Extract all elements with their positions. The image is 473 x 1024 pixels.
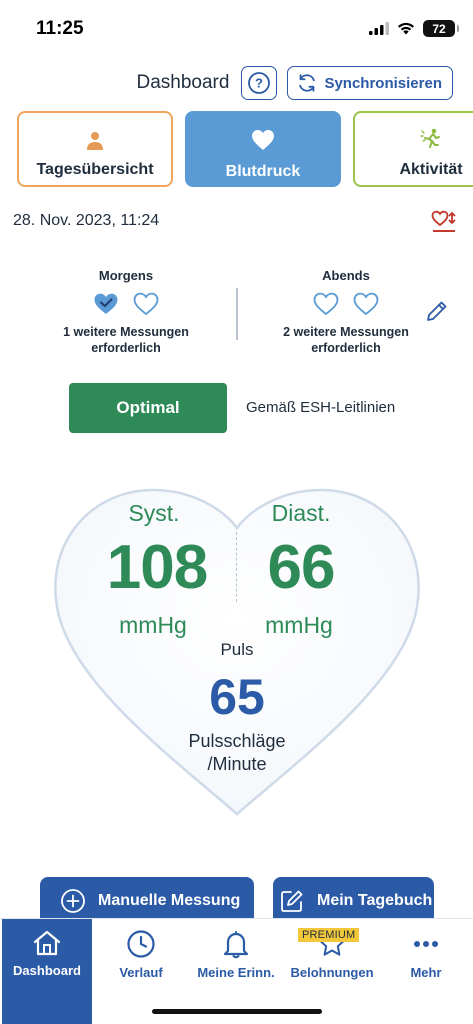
status-icons: 72 [369,20,459,37]
evening-note-line2: erforderlich [311,341,381,355]
tab-blutdruck[interactable]: Blutdruck [185,111,341,187]
sync-label: Synchronisieren [324,74,442,92]
home-icon [33,930,61,956]
help-button[interactable]: ? [241,66,278,100]
morning-title: Morgens [98,268,154,283]
evening-title: Abends [322,268,370,283]
bp-indicator-button[interactable] [431,210,457,239]
measurement-progress: Morgens 1 weitere Messungen erforderlich… [0,268,473,368]
morning-note-line1: 1 weitere Messungen [63,325,189,339]
status-bar: 11:25 72 [0,0,473,56]
tab-aktivitaet[interactable]: Aktivität [353,111,473,187]
measurement-date: 28. Nov. 2023, 11:24 [13,212,160,229]
person-icon [87,132,103,150]
tab-tagesuebersicht[interactable]: Tagesübersicht [17,111,173,187]
diastolic-label: Diast. [271,500,331,526]
heart-sort-icon [431,210,456,232]
morning-note: 1 weitere Messungen erforderlich [36,324,216,356]
tab-label: Aktivität [399,161,463,178]
guideline-label: Gemäß ESH-Leitlinien [246,399,396,416]
tab-label: Blutdruck [225,163,301,180]
nav-label: Belohnungen [290,965,374,980]
heart-check-icon [94,293,118,314]
morning-hearts [36,292,216,316]
nav-label: Mehr [410,965,442,980]
sync-button[interactable]: Synchronisieren [287,66,453,100]
edit-button[interactable] [425,299,449,328]
morning-note-line2: erforderlich [91,341,161,355]
evening-note: 2 weitere Messungen erforderlich [256,324,436,356]
bell-icon [223,931,249,959]
pulse-value: 65 [209,669,265,725]
bottom-nav: Dashboard Verlauf Meine Erinn. PREMIUM B… [0,918,473,1024]
diastolic-unit: mmHg [265,612,333,638]
sync-icon [299,74,316,92]
systolic-value: 108 [106,533,208,602]
category-tabs: Tagesübersicht Blutdruck Aktivität [17,111,473,187]
plus-circle-icon [61,889,85,913]
evening-note-line1: 2 weitere Messungen [283,325,409,339]
diastolic-value: 66 [267,533,336,602]
systolic-unit: mmHg [119,612,187,638]
reading-divider [236,532,237,602]
clock-icon [127,930,155,958]
header: Dashboard ? Synchronisieren [136,66,453,100]
pulse-unit: Pulsschläge /Minute [167,730,307,776]
nav-dashboard[interactable]: Dashboard [2,919,92,1024]
bp-reading-heart: Syst. Diast. 108 66 mmHg mmHg Puls 65 Pu… [50,484,424,820]
morning-measurements: Morgens 1 weitere Messungen erforderlich [36,268,216,356]
nav-label: Verlauf [119,965,163,980]
diary-label: Mein Tagebuch [317,892,433,909]
pulse-unit-line2: /Minute [207,754,267,774]
nav-more[interactable]: Mehr [382,919,470,1024]
heart-outline-icon [313,292,339,316]
pulse-label: Puls [220,640,254,659]
svg-text:?: ? [255,76,263,91]
battery-indicator: 72 [423,20,459,37]
premium-badge: PREMIUM [298,928,360,942]
heart-outline-icon [133,292,159,316]
home-indicator [152,1009,322,1014]
nav-label: Meine Erinn. [197,965,275,980]
evening-measurements: Abends 2 weitere Messungen erforderlich [256,268,436,356]
evening-hearts [256,292,436,316]
measurement-divider [236,288,238,340]
signal-icon [369,22,389,35]
running-person-icon [420,128,440,148]
manual-measurement-label: Manuelle Messung [98,892,241,909]
status-time: 11:25 [36,18,84,39]
heart-outline-icon [353,292,379,316]
bp-status-badge: Optimal [69,383,227,433]
pulse-unit-line1: Pulsschläge [188,731,286,751]
edit-note-icon [281,890,303,912]
more-dots-icon [414,941,438,947]
page-title: Dashboard [136,72,230,93]
nav-label: Dashboard [13,963,81,978]
tab-label: Tagesübersicht [36,161,154,178]
systolic-label: Syst. [128,500,180,526]
pencil-icon [427,301,447,321]
heart-icon [252,130,274,150]
help-icon: ? [248,72,271,94]
wifi-icon [398,22,414,35]
